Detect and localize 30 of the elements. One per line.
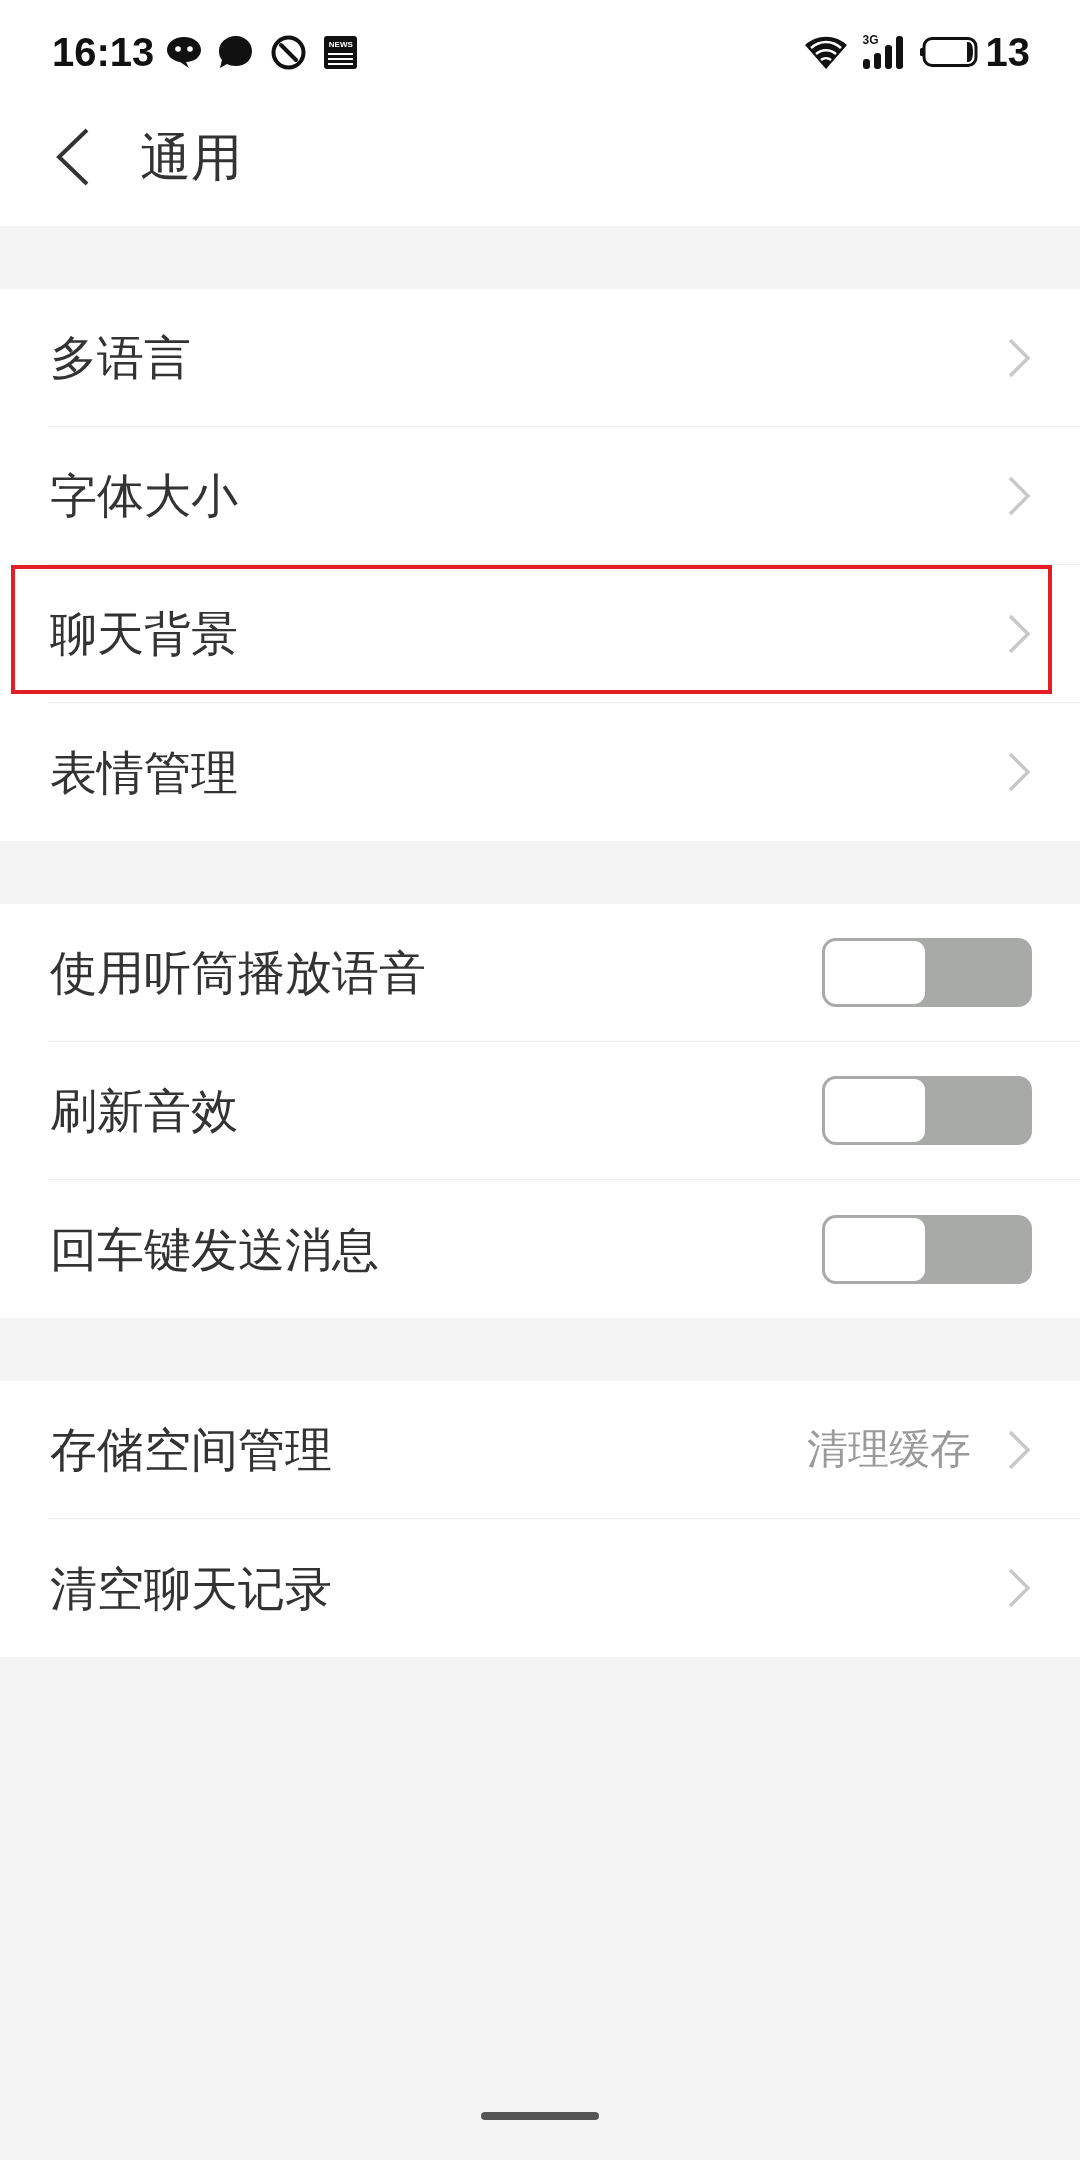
chevron-right-icon [1007,1567,1031,1609]
blocked-icon [271,34,307,70]
menu-item[interactable]: 表情管理 [48,703,1080,841]
menu-item[interactable]: 存储空间管理 清理缓存 [48,1381,1080,1519]
chat-bubble-icon [166,35,203,69]
value-text: 清理缓存 [807,1429,971,1470]
speech-bubble-icon [218,35,254,69]
status-time: 16:13 [52,32,155,72]
wifi-icon [804,35,847,69]
news-icon: NEWS [324,35,358,69]
battery-icon [919,37,978,67]
setting-label: 使用听筒播放语音 [50,949,427,996]
menu-item[interactable]: 字体大小 [48,427,1080,565]
menu-item[interactable]: 聊天背景 [48,565,1080,703]
toggle-switch[interactable] [822,1076,1032,1145]
setting-label: 刷新音效 [50,1087,239,1134]
battery-percentage: 13 [985,32,1030,72]
chevron-right-icon [1007,751,1031,793]
back-button[interactable] [54,128,90,186]
menu-item[interactable]: 清空聊天记录 [48,1519,1080,1657]
setting-label: 回车键发送消息 [50,1225,380,1273]
chevron-right-icon [1007,474,1031,517]
back-icon [55,128,89,186]
chevron-right-icon [1007,612,1031,655]
chevron-right-icon [1007,336,1031,379]
menu-item[interactable]: 多语言 [48,289,1080,427]
toggle-switch[interactable] [822,938,1032,1007]
page-title: 通用 [140,131,242,183]
chevron-right-icon [1007,1428,1031,1471]
toggle-switch[interactable] [822,1214,1032,1284]
